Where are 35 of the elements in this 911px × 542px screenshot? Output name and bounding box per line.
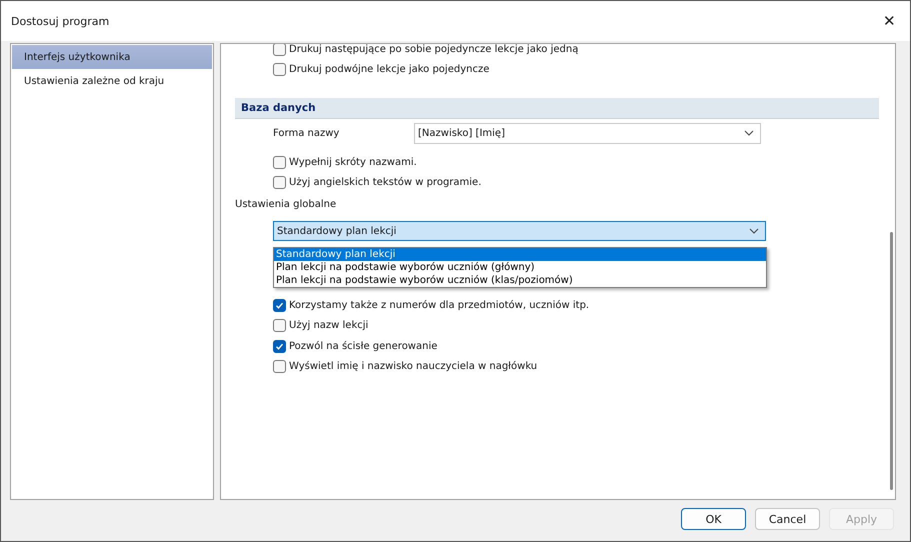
dialog-button[interactable]: Cancel bbox=[755, 508, 820, 530]
sidebar-item[interactable]: Interfejs użytkownika bbox=[12, 45, 212, 69]
checkbox[interactable] bbox=[273, 176, 286, 190]
checkbox-label: Korzystamy także z numerów dla przedmiotów, uczniów itp. bbox=[289, 300, 590, 311]
section-title: Baza danych bbox=[241, 102, 316, 114]
name-form-select[interactable]: [Nazwisko] [Imię] bbox=[414, 122, 761, 144]
checkbox-label: Użyj nazw lekcji bbox=[289, 320, 368, 332]
checkbox-label: Użyj angielskich tekstów w programie. bbox=[289, 177, 482, 188]
dropdown-option[interactable]: Plan lekcji na podstawie wyborów uczniów (główny) bbox=[274, 261, 766, 274]
schedule-type-combo[interactable]: Standardowy plan lekcji bbox=[273, 221, 766, 241]
window-title: Dostosuj program bbox=[11, 14, 110, 28]
field-label: Forma nazwy bbox=[273, 128, 340, 138]
checkbox[interactable] bbox=[273, 63, 286, 76]
checkmark-icon bbox=[275, 342, 284, 351]
dialog-button[interactable]: OK bbox=[681, 508, 746, 530]
chevron-down-icon bbox=[749, 228, 759, 234]
dropdown-option[interactable]: Plan lekcji na podstawie wyborów uczniów (klas/poziomów) bbox=[274, 274, 766, 287]
close-button[interactable]: ✕ bbox=[879, 12, 900, 30]
checkbox-label: Pozwól na ścisłe generowanie bbox=[289, 340, 438, 352]
checkbox[interactable] bbox=[273, 156, 286, 169]
checkbox[interactable] bbox=[273, 360, 286, 374]
checkbox[interactable] bbox=[273, 319, 286, 332]
scrollbar-thumb[interactable] bbox=[890, 232, 893, 490]
checkbox[interactable] bbox=[273, 340, 286, 353]
checkmark-icon bbox=[275, 300, 284, 310]
checkbox[interactable] bbox=[273, 298, 286, 312]
group-label: Ustawienia globalne bbox=[234, 198, 338, 212]
checkbox-label: Drukuj następujące po sobie pojedyncze lekcje jako jedną bbox=[289, 44, 578, 55]
dropdown-option[interactable]: Standardowy plan lekcji bbox=[274, 248, 766, 261]
checkbox[interactable] bbox=[273, 44, 286, 56]
chevron-down-icon bbox=[744, 130, 754, 136]
checkbox-label: Wypełnij skróty nazwami. bbox=[289, 156, 417, 168]
sidebar-item[interactable]: Ustawienia zależne od kraju bbox=[12, 69, 212, 93]
checkbox-label: Wyświetl imię i nazwisko nauczyciela w nagłówku bbox=[289, 361, 538, 372]
checkbox-label: Drukuj podwójne lekcje jako pojedyncze bbox=[289, 64, 490, 76]
